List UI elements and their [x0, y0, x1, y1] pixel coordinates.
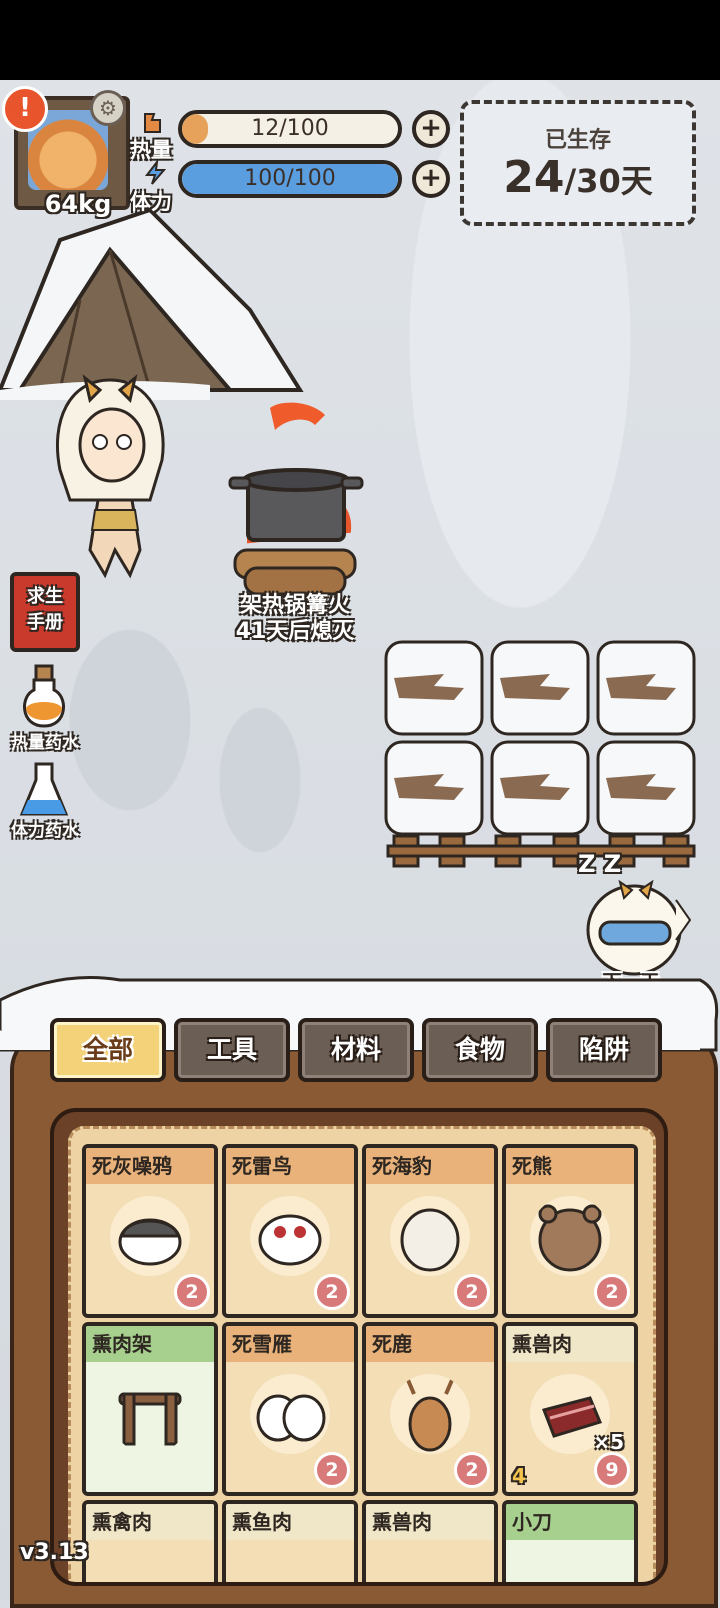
item-name: 小刀: [506, 1504, 634, 1540]
survival-handbook-button[interactable]: 求生 手册: [10, 572, 80, 652]
item-name: 死雪雁: [226, 1326, 354, 1362]
heat-bar: 12/100: [178, 110, 402, 148]
item-count-badge: 2: [454, 1452, 490, 1488]
stamina-label: 体力: [130, 190, 172, 214]
survival-label: 已生存: [544, 128, 611, 153]
item-card[interactable]: 熏鱼肉: [222, 1500, 358, 1582]
item-card[interactable]: 熏兽肉 ×5 4 9: [502, 1322, 638, 1496]
deer-icon: [390, 1374, 470, 1454]
item-name: 熏鱼肉: [226, 1504, 354, 1540]
item-card[interactable]: 死熊 2: [502, 1144, 638, 1318]
item-card[interactable]: 熏禽肉: [82, 1500, 218, 1582]
heat-potion-label: 热量药水: [11, 733, 79, 753]
sleep-z-icon: Z Z: [578, 850, 622, 878]
campfire-icon[interactable]: [220, 400, 370, 600]
item-card[interactable]: 死雪雁 2: [222, 1322, 358, 1496]
item-name: 死鹿: [366, 1326, 494, 1362]
item-name: 熏肉架: [86, 1326, 214, 1362]
goose-icon: [250, 1374, 330, 1454]
handbook-label-line2: 手册: [27, 612, 63, 633]
tab-all[interactable]: 全部: [50, 1018, 166, 1082]
rack-icon: [110, 1374, 190, 1454]
handbook-label-line1: 求生: [27, 586, 63, 607]
farm-plots[interactable]: [384, 638, 700, 870]
tab-food[interactable]: 食物: [422, 1018, 538, 1082]
seal-icon: [390, 1196, 470, 1276]
crow-icon: [110, 1196, 190, 1276]
item-card[interactable]: 死海豹 2: [362, 1144, 498, 1318]
tab-traps[interactable]: 陷阱: [546, 1018, 662, 1082]
campfire-status: 41天后熄灭: [235, 619, 355, 644]
heat-icon: [144, 113, 161, 133]
tab-materials[interactable]: 材料: [298, 1018, 414, 1082]
add-stamina-button[interactable]: +: [412, 160, 450, 198]
alert-icon[interactable]: !: [2, 86, 48, 132]
item-name: 死灰噪鸦: [86, 1148, 214, 1184]
survival-days: 24: [503, 152, 565, 203]
inventory-grid: 死灰噪鸦 2 死雷鸟 2 死海豹 2 死熊 2 熏肉架 死雪雁 2 死鹿 2 熏…: [50, 1108, 668, 1586]
item-name: 死海豹: [366, 1148, 494, 1184]
campfire-name: 架热锅篝火: [239, 593, 350, 618]
stamina-potion-icon[interactable]: [18, 760, 70, 820]
item-count-badge: 2: [454, 1274, 490, 1310]
item-card[interactable]: 小刀: [502, 1500, 638, 1582]
version-label: v3.13: [20, 1540, 89, 1565]
item-level: 4: [512, 1464, 526, 1488]
item-count-badge: 9: [594, 1452, 630, 1488]
stamina-bar: 100/100: [178, 160, 402, 198]
tab-tools[interactable]: 工具: [174, 1018, 290, 1082]
item-name: 死熊: [506, 1148, 634, 1184]
item-count-badge: 2: [594, 1274, 630, 1310]
campfire-label: 架热锅篝火 41天后熄灭: [190, 593, 400, 645]
item-count-badge: 2: [314, 1274, 350, 1310]
ptarmigan-icon: [250, 1196, 330, 1276]
stamina-potion-label: 体力药水: [11, 821, 79, 841]
item-count-badge: 2: [174, 1274, 210, 1310]
survival-total: 30天: [576, 162, 653, 200]
player-weight: 64kg: [44, 190, 112, 218]
add-heat-button[interactable]: +: [412, 110, 450, 148]
item-card[interactable]: 熏兽肉: [362, 1500, 498, 1582]
item-card[interactable]: 死雷鸟 2: [222, 1144, 358, 1318]
stamina-value: 100/100: [244, 166, 336, 191]
item-quantity: ×5: [593, 1430, 624, 1454]
item-card[interactable]: 死灰噪鸦 2: [82, 1144, 218, 1318]
item-name: 熏兽肉: [366, 1504, 494, 1540]
lightning-icon: [144, 160, 167, 185]
item-name: 死雷鸟: [226, 1148, 354, 1184]
item-count-badge: 2: [314, 1452, 350, 1488]
survival-counter: 已生存 24/30天: [460, 100, 696, 226]
gear-icon[interactable]: ⚙: [90, 90, 126, 126]
item-name: 熏兽肉: [506, 1326, 634, 1362]
status-bar: [0, 0, 720, 80]
heat-potion-icon[interactable]: [18, 664, 70, 730]
item-name: 熏禽肉: [86, 1504, 214, 1540]
survival-days-line: 24/30天: [464, 152, 692, 203]
player-character[interactable]: [40, 360, 180, 580]
item-card[interactable]: 死鹿 2: [362, 1322, 498, 1496]
bear-icon: [530, 1196, 610, 1276]
survival-separator: /: [564, 162, 577, 200]
heat-value: 12/100: [251, 116, 329, 141]
item-card[interactable]: 熏肉架: [82, 1322, 218, 1496]
